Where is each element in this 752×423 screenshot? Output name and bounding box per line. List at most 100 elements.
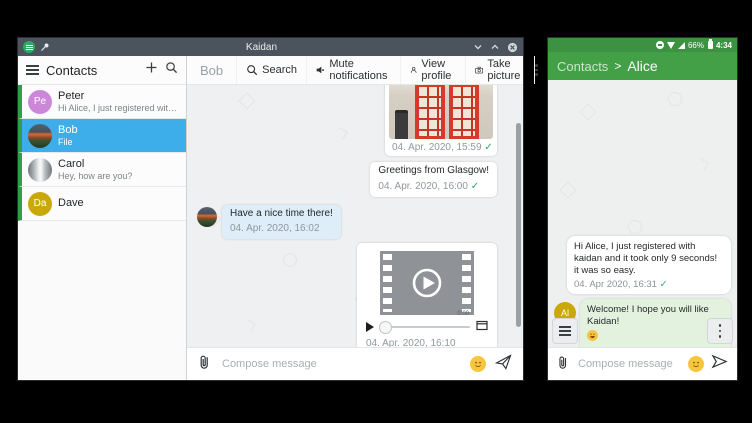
pin-icon[interactable] [40, 42, 50, 52]
timestamp-text: 04. Apr. 2020, 15:59 [392, 142, 482, 153]
avatar: Da [28, 192, 52, 216]
play-icon [409, 265, 445, 301]
phone-booth-shape [449, 85, 479, 139]
avatar [197, 207, 217, 227]
cellular-signal-icon [678, 42, 685, 49]
message-text: Greetings from Glasgow! [378, 165, 489, 178]
video-play-button[interactable] [366, 322, 374, 332]
battery-icon [708, 41, 713, 49]
chat-menu-button[interactable] [707, 318, 733, 344]
contact-list: Pe Peter Hi Alice, I just registered wit… [18, 85, 186, 380]
chat-menu-button[interactable] [534, 56, 538, 84]
contact-row-carol[interactable]: Carol Hey, how are you? [18, 153, 186, 187]
chat-scrollbar[interactable] [516, 123, 521, 327]
drawer-handle-button[interactable] [552, 318, 578, 344]
contact-name: Carol [58, 158, 132, 171]
do-not-disturb-icon [656, 41, 664, 49]
delivered-check-icon: ✓ [484, 142, 492, 153]
menu-icon[interactable] [26, 65, 39, 75]
contact-name: Peter [58, 90, 182, 103]
incoming-message-row: Al Welcome! I hope you will like Kaidan!… [554, 299, 731, 347]
video-message-bubble[interactable]: 0:00 04. Apr. 2020, 16:10 [357, 243, 497, 347]
avatar [28, 124, 52, 148]
window-title: Kaidan [55, 42, 468, 53]
send-button[interactable] [495, 354, 512, 375]
attach-file-button[interactable] [557, 354, 569, 375]
chat-pane: Bob Search Mute notifications View profi… [187, 56, 523, 380]
clock-text: 4:34 [716, 41, 732, 50]
message-timestamp: 04. Apr. 2020, 15:59 ✓ [389, 139, 493, 155]
menu-icon [559, 326, 571, 336]
mobile-status-bar: 66% 4:34 [548, 38, 737, 52]
contacts-panel-title: Contacts [46, 63, 138, 78]
search-contacts-button[interactable] [165, 61, 178, 79]
incoming-message-row: Have a nice time there! 04. Apr. 2020, 1… [197, 205, 341, 240]
mute-notifications-button[interactable]: Mute notifications [306, 56, 400, 84]
outgoing-message-bubble[interactable]: Hi Alice, I just registered with kaidan … [567, 236, 731, 294]
breadcrumb-contacts[interactable]: Contacts [557, 59, 608, 74]
take-picture-label: Take picture [487, 58, 525, 82]
kaidan-app-icon [23, 41, 35, 53]
timestamp-text: 04. Apr. 2020, 16:02 [230, 223, 320, 234]
contact-row-dave[interactable]: Da Dave [18, 187, 186, 221]
maximize-button[interactable] [490, 43, 500, 51]
video-thumbnail[interactable] [380, 251, 474, 315]
bin-shape [395, 110, 408, 139]
fullscreen-button[interactable] [476, 318, 488, 336]
avatar: Pe [28, 90, 52, 114]
compose-bar [187, 347, 523, 380]
delivered-check-icon: ✓ [660, 279, 668, 290]
video-duration: 0:00 [457, 311, 469, 317]
mute-label: Mute notifications [329, 58, 391, 82]
contact-row-peter[interactable]: Pe Peter Hi Alice, I just registered wit… [18, 85, 186, 119]
kebab-menu-icon [719, 324, 722, 338]
chat-toolbar: Bob Search Mute notifications View profi… [187, 56, 523, 85]
compose-message-input[interactable] [220, 357, 461, 371]
message-area: 04. Apr. 2020, 15:59 ✓ Greetings from Gl… [187, 85, 523, 347]
contact-preview: Hey, how are you? [58, 171, 132, 182]
take-picture-button[interactable]: Take picture [465, 56, 534, 84]
kaidan-desktop-window: Kaidan Contacts [18, 38, 523, 380]
window-titlebar: Kaidan [18, 38, 523, 56]
view-profile-button[interactable]: View profile [400, 56, 465, 84]
delivered-check-icon: ✓ [471, 181, 479, 192]
contact-name: Bob [58, 124, 78, 137]
message-text: Welcome! I hope you will like Kaidan! [587, 304, 724, 328]
contact-row-bob[interactable]: Bob File [18, 119, 186, 153]
slider-knob[interactable] [379, 321, 392, 334]
phone-booth-shape [415, 85, 445, 139]
send-button[interactable] [711, 354, 728, 374]
screen: Kaidan Contacts [0, 0, 752, 423]
contacts-panel: Contacts Pe Peter Hi Alice, I just regis… [18, 56, 187, 380]
close-button[interactable] [507, 42, 518, 53]
video-controls: 0:00 [365, 319, 489, 335]
search-label: Search [262, 64, 297, 76]
message-timestamp: 04. Apr. 2020, 16:10 [365, 335, 489, 347]
mobile-message-area: Hi Alice, I just registered with kaidan … [548, 80, 737, 347]
timestamp-text: 04. Apr. 2020, 16:00 [378, 181, 468, 192]
minimize-button[interactable] [473, 43, 483, 51]
emoji-button[interactable] [470, 356, 486, 372]
add-contact-button[interactable] [145, 61, 158, 79]
chat-title: Bob [187, 56, 236, 84]
timestamp-text: 04. Apr 2020, 16:31 [574, 279, 657, 290]
chat-title: Alice [627, 58, 657, 74]
incoming-message-bubble[interactable]: Have a nice time there! 04. Apr. 2020, 1… [222, 205, 341, 240]
grinning-emoji-icon [587, 330, 598, 341]
photo-message-bubble[interactable]: 04. Apr. 2020, 15:59 ✓ [385, 85, 497, 156]
contact-preview: File [58, 137, 78, 148]
battery-percent: 66% [688, 41, 704, 50]
compose-message-input[interactable] [576, 357, 681, 371]
attach-file-button[interactable] [198, 353, 211, 375]
emoji-button[interactable] [688, 356, 704, 372]
video-seek-slider[interactable] [380, 326, 470, 328]
mobile-app-bar: Contacts > Alice [548, 52, 737, 80]
contacts-toolbar: Contacts [18, 56, 186, 85]
outgoing-message-bubble[interactable]: Greetings from Glasgow! 04. Apr. 2020, 1… [370, 162, 497, 197]
message-text: Hi Alice, I just registered with kaidan … [574, 241, 724, 277]
phone-booth-photo [389, 85, 493, 139]
avatar [28, 158, 52, 182]
view-profile-label: View profile [421, 58, 456, 82]
search-button[interactable]: Search [236, 56, 306, 84]
chevron-right-icon: > [614, 59, 621, 73]
